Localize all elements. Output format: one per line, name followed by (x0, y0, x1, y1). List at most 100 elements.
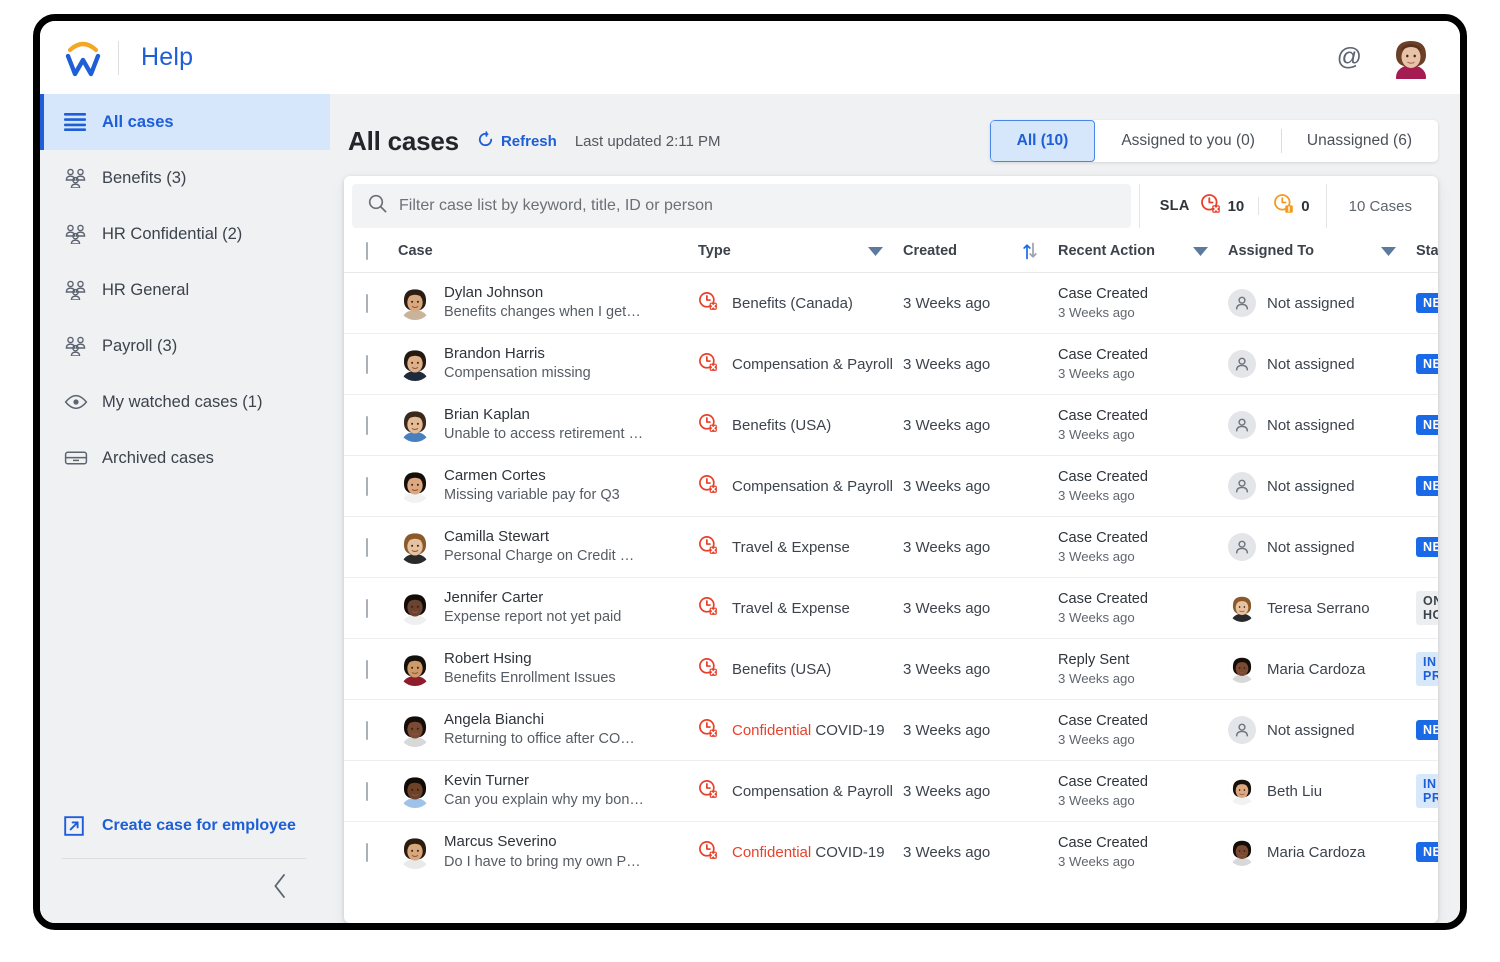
row-checkbox[interactable] (366, 355, 368, 374)
sla-warning-group[interactable]: 0 (1273, 193, 1309, 219)
row-checkbox[interactable] (366, 416, 368, 435)
row-checkbox[interactable] (366, 843, 368, 862)
column-header-case[interactable]: Case (398, 228, 698, 273)
body: All cases Benefits (3) (40, 94, 1460, 923)
sidebar-item-benefits[interactable]: Benefits (3) (40, 150, 330, 206)
assigned-to-cell[interactable]: Maria Cardoza (1228, 639, 1416, 700)
cases-table-head: Case Type (344, 228, 1438, 273)
tab-unassigned[interactable]: Unassigned (6) (1281, 120, 1438, 162)
filter-caret-icon[interactable] (1381, 247, 1416, 256)
table-row[interactable]: Brandon HarrisCompensation missingCompen… (344, 334, 1438, 395)
case-cell[interactable]: Angela BianchiReturning to office after … (398, 700, 698, 761)
table-row[interactable]: Angela BianchiReturning to office after … (344, 700, 1438, 761)
case-cell[interactable]: Brian KaplanUnable to access retirement … (398, 395, 698, 456)
avatar[interactable] (1390, 37, 1432, 79)
people-group-icon (64, 168, 102, 188)
recent-action-time: 3 Weeks ago (1058, 792, 1228, 810)
column-header-status[interactable]: Status (1416, 228, 1438, 273)
recent-action-cell: Case Created3 Weeks ago (1058, 700, 1228, 761)
sidebar-item-payroll[interactable]: Payroll (3) (40, 318, 330, 374)
row-checkbox[interactable] (366, 294, 368, 313)
search-input[interactable]: Filter case list by keyword, title, ID o… (352, 184, 1131, 228)
assigned-to-cell[interactable]: Beth Liu (1228, 761, 1416, 822)
column-header-type[interactable]: Type (698, 228, 903, 273)
case-subject: Unable to access retirement acc... (444, 425, 644, 445)
table-row[interactable]: Jennifer CarterExpense report not yet pa… (344, 578, 1438, 639)
assigned-to-cell[interactable]: Not assigned (1228, 517, 1416, 578)
at-icon[interactable]: @ (1337, 45, 1362, 70)
requester-avatar (398, 286, 432, 320)
case-cell[interactable]: Marcus SeverinoDo I have to bring my own… (398, 822, 698, 883)
topbar-divider (118, 41, 119, 75)
case-cell[interactable]: Camilla StewartPersonal Charge on Credit… (398, 517, 698, 578)
case-cell[interactable]: Brandon HarrisCompensation missing (398, 334, 698, 395)
column-label: Created (903, 243, 957, 259)
select-all-checkbox[interactable] (366, 242, 368, 260)
table-row[interactable]: Kevin TurnerCan you explain why my bonus… (344, 761, 1438, 822)
table-row[interactable]: Carmen CortesMissing variable pay for Q3… (344, 456, 1438, 517)
create-case-for-employee-button[interactable]: Create case for employee (40, 800, 330, 852)
workday-logo[interactable] (62, 36, 104, 80)
requester-avatar (398, 347, 432, 381)
row-checkbox[interactable] (366, 782, 368, 801)
assignee-avatar (1228, 594, 1256, 622)
case-subject: Benefits changes when I get ma... (444, 303, 644, 323)
sort-updown-icon[interactable] (1022, 242, 1058, 260)
clock-warning-icon (1273, 193, 1294, 219)
row-checkbox[interactable] (366, 599, 368, 618)
sidebar-item-hr-confidential[interactable]: HR Confidential (2) (40, 206, 330, 262)
select-all-header (344, 228, 398, 273)
assigned-to-cell[interactable]: Not assigned (1228, 700, 1416, 761)
row-checkbox[interactable] (366, 660, 368, 679)
recent-action-label: Case Created (1058, 346, 1228, 365)
column-header-recent-action[interactable]: Recent Action (1058, 228, 1228, 273)
recent-action-label: Case Created (1058, 712, 1228, 731)
assigned-to-cell[interactable]: Not assigned (1228, 395, 1416, 456)
status-badge: NEW (1416, 537, 1438, 557)
table-row[interactable]: Robert HsingBenefits Enrollment IssuesBe… (344, 639, 1438, 700)
table-header-row: Case Type (344, 228, 1438, 273)
refresh-button[interactable]: Refresh (477, 131, 557, 152)
sla-expired-group[interactable]: 10 (1200, 193, 1245, 219)
recent-action-cell: Case Created3 Weeks ago (1058, 822, 1228, 883)
column-header-created[interactable]: Created (903, 228, 1058, 273)
assigned-to-cell[interactable]: Not assigned (1228, 456, 1416, 517)
case-type: Travel & Expense (732, 600, 850, 617)
case-cell[interactable]: Carmen CortesMissing variable pay for Q3 (398, 456, 698, 517)
unassigned-person-icon (1228, 472, 1256, 500)
case-cell[interactable]: Robert HsingBenefits Enrollment Issues (398, 639, 698, 700)
tab-assigned-to-you[interactable]: Assigned to you (0) (1095, 120, 1281, 162)
case-cell[interactable]: Jennifer CarterExpense report not yet pa… (398, 578, 698, 639)
table-row[interactable]: Dylan JohnsonBenefits changes when I get… (344, 273, 1438, 334)
recent-action-time: 3 Weeks ago (1058, 304, 1228, 322)
status-cell: NEW (1416, 395, 1438, 456)
sidebar-item-my-watched-cases[interactable]: My watched cases (1) (40, 374, 330, 430)
assigned-to-cell[interactable]: Maria Cardoza (1228, 822, 1416, 883)
tab-all[interactable]: All (10) (990, 120, 1096, 162)
unassigned-person-icon (1228, 411, 1256, 439)
column-header-assigned-to[interactable]: Assigned To (1228, 228, 1416, 273)
table-row[interactable]: Brian KaplanUnable to access retirement … (344, 395, 1438, 456)
filter-caret-icon[interactable] (1193, 247, 1228, 256)
chevron-left-icon[interactable] (272, 873, 288, 904)
case-filter-tabs: All (10) Assigned to you (0) Unassigned … (990, 120, 1438, 162)
row-checkbox[interactable] (366, 721, 368, 740)
case-subject: Do I have to bring my own PPE? (444, 853, 644, 873)
status-badge: NEW (1416, 415, 1438, 435)
case-cell[interactable]: Kevin TurnerCan you explain why my bonus… (398, 761, 698, 822)
row-checkbox[interactable] (366, 538, 368, 557)
table-row[interactable]: Marcus SeverinoDo I have to bring my own… (344, 822, 1438, 883)
case-cell[interactable]: Dylan JohnsonBenefits changes when I get… (398, 273, 698, 334)
assigned-to-cell[interactable]: Not assigned (1228, 273, 1416, 334)
requester-avatar (398, 530, 432, 564)
row-checkbox[interactable] (366, 477, 368, 496)
sidebar-item-hr-general[interactable]: HR General (40, 262, 330, 318)
assigned-to-cell[interactable]: Not assigned (1228, 334, 1416, 395)
recent-action-time: 3 Weeks ago (1058, 853, 1228, 871)
table-row[interactable]: Camilla StewartPersonal Charge on Credit… (344, 517, 1438, 578)
created-cell: 3 Weeks ago (903, 334, 1058, 395)
sidebar-item-archived-cases[interactable]: Archived cases (40, 430, 330, 486)
assigned-to-cell[interactable]: Teresa Serrano (1228, 578, 1416, 639)
filter-caret-icon[interactable] (868, 247, 903, 256)
sidebar-item-all-cases[interactable]: All cases (40, 94, 330, 150)
